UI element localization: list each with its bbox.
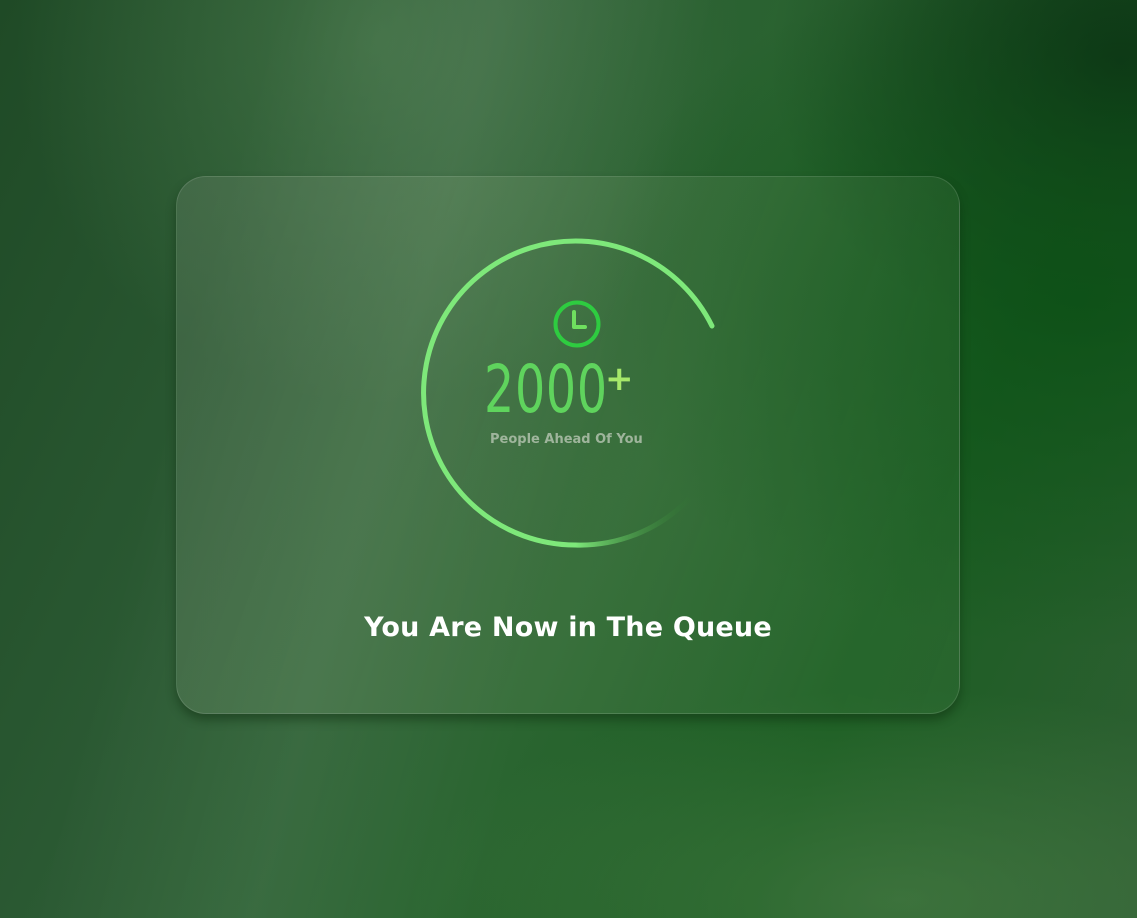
queue-heading: You Are Now in The Queue [364, 612, 772, 643]
queue-count-row: 2000 + [484, 350, 656, 430]
queue-subtitle: People Ahead Of You [490, 432, 643, 447]
queue-count-plus: + [605, 359, 634, 399]
queue-count: 2000 [484, 351, 608, 428]
clock-icon [552, 299, 602, 349]
